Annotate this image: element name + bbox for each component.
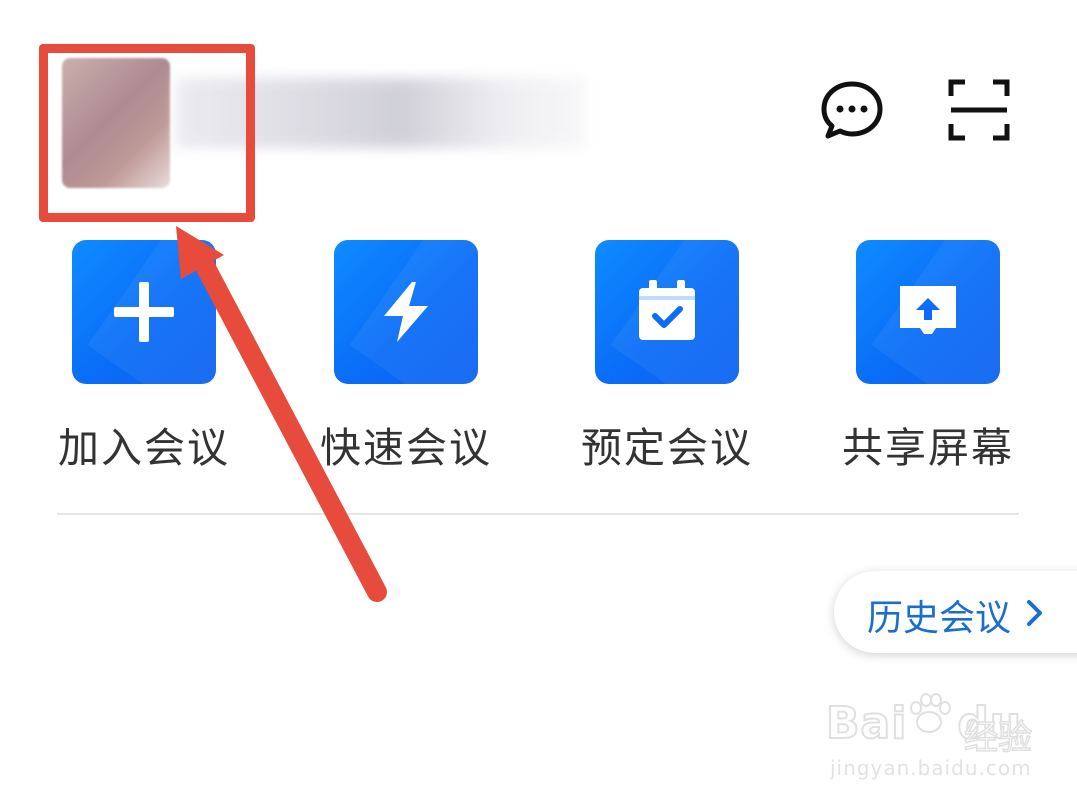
baidu-jingyan-watermark: Bai du 经验 jingyan.baidu.com xyxy=(825,690,1056,790)
join-meeting-tile[interactable] xyxy=(72,240,216,384)
history-meetings-label: 历史会议 xyxy=(867,598,1012,639)
join-meeting-label: 加入会议 xyxy=(58,424,230,472)
plus-icon xyxy=(114,282,174,342)
join-meeting-button[interactable]: 加入会议 xyxy=(44,238,244,472)
quick-meeting-button[interactable]: 快速会议 xyxy=(306,238,506,472)
share-screen-button[interactable]: 共享屏幕 xyxy=(828,238,1028,472)
share-screen-label: 共享屏幕 xyxy=(842,424,1014,472)
quick-actions: 加入会议 快速会议 预定会议 共享屏幕 xyxy=(0,238,1077,478)
section-divider xyxy=(57,513,1019,515)
highlight-box xyxy=(39,44,255,222)
screen-share-icon xyxy=(900,286,956,334)
history-meetings-button[interactable]: 历史会议 xyxy=(834,571,1077,653)
schedule-meeting-tile[interactable] xyxy=(595,240,739,384)
paw-icon xyxy=(910,693,951,733)
quick-meeting-tile[interactable] xyxy=(334,240,478,384)
schedule-meeting-button[interactable]: 预定会议 xyxy=(567,238,767,472)
scan-icon[interactable] xyxy=(947,78,1011,142)
chevron-right-icon xyxy=(1026,599,1044,627)
calendar-check-icon xyxy=(639,280,695,340)
quick-meeting-label: 快速会议 xyxy=(320,424,492,472)
lightning-icon xyxy=(384,282,428,342)
share-screen-tile[interactable] xyxy=(856,240,1000,384)
watermark-url: jingyan.baidu.com xyxy=(830,756,1032,780)
chat-bubble-icon[interactable] xyxy=(820,78,884,142)
watermark-text: 经验 xyxy=(963,717,1033,759)
schedule-meeting-label: 预定会议 xyxy=(581,424,753,472)
